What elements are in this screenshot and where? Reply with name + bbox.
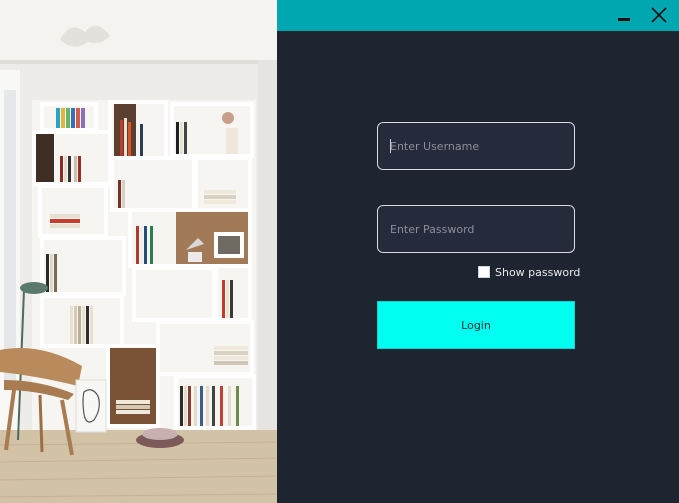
password-input[interactable] (388, 206, 566, 252)
close-icon (651, 7, 667, 23)
login-window: Show password Login (0, 0, 679, 503)
login-button[interactable]: Login (377, 301, 575, 349)
login-panel: Show password Login (277, 0, 679, 503)
close-button[interactable] (648, 4, 670, 26)
title-bar (277, 0, 679, 31)
password-field[interactable] (377, 205, 575, 253)
username-field[interactable] (377, 122, 575, 170)
username-input[interactable] (388, 123, 566, 169)
show-password-label: Show password (495, 265, 581, 279)
minimize-button[interactable] (614, 6, 634, 26)
bookshelf-photo (0, 0, 277, 503)
show-password-checkbox[interactable] (478, 266, 490, 278)
show-password-toggle[interactable]: Show password (478, 265, 580, 279)
minimize-icon (618, 18, 630, 21)
